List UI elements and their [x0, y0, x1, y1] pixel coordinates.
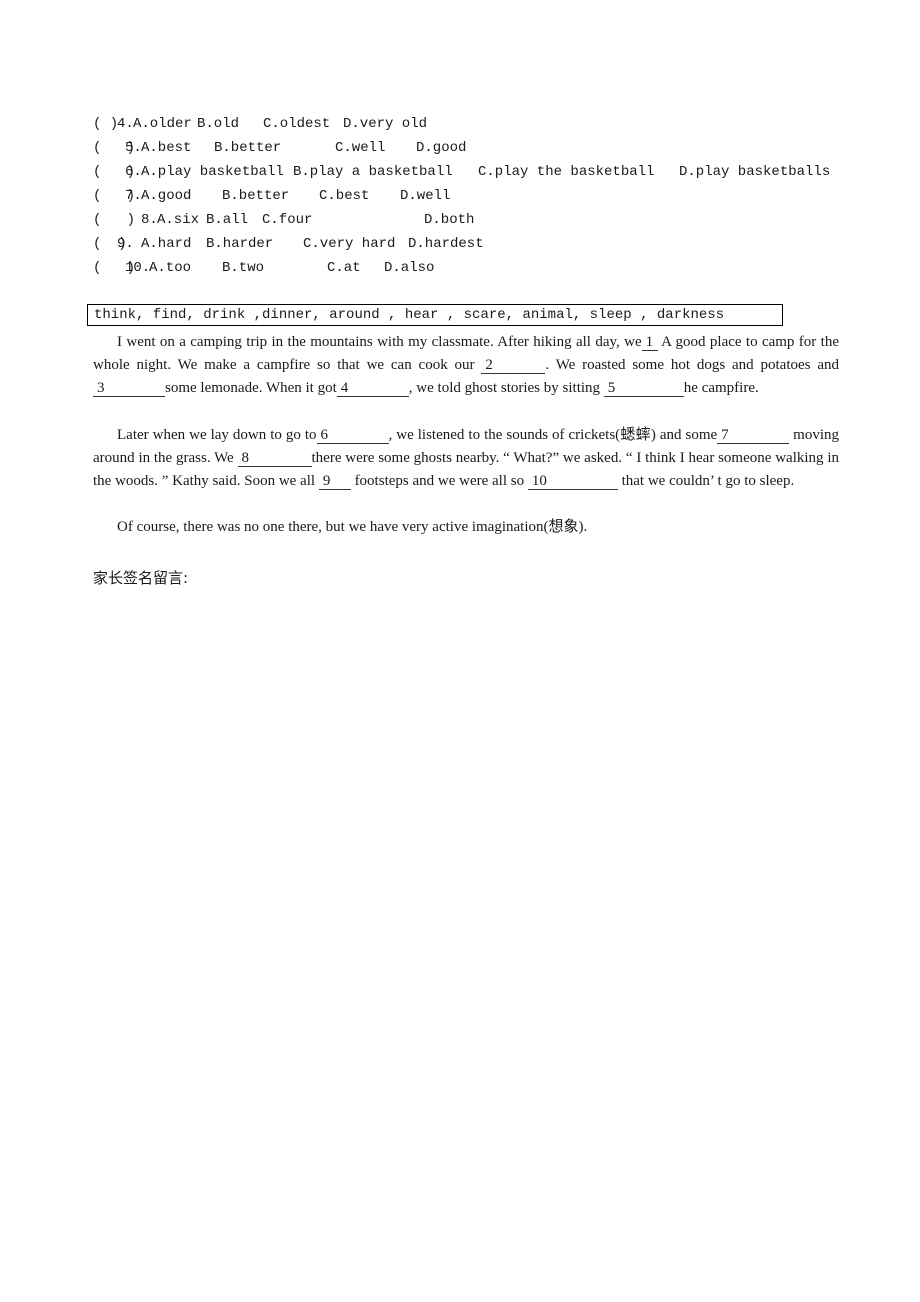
blank-2[interactable]: 2 — [481, 357, 546, 374]
option-d: D.play basketballs — [679, 164, 831, 180]
passage-text: I went on a camping trip in the mountain… — [117, 334, 642, 350]
word-bank-box: think, find, drink ,dinner, around , hea… — [87, 304, 783, 326]
passage-paragraph-2: Later when we lay down to go to 6, we lis… — [93, 424, 839, 493]
question-number: 5. — [125, 140, 142, 156]
blank-10[interactable]: 10 — [527, 473, 618, 490]
option-b: B.old — [197, 116, 240, 132]
passage-paragraph-1: I went on a camping trip in the mountain… — [93, 331, 839, 400]
option-a: A.six — [157, 212, 200, 228]
option-c: C.best — [319, 188, 370, 204]
option-a: A.too — [149, 260, 192, 276]
blank-6[interactable]: 6 — [316, 427, 389, 444]
option-a: A.hard — [141, 236, 192, 252]
option-a: A.best — [141, 140, 192, 156]
answer-paren[interactable]: ( ) — [93, 115, 118, 133]
passage-text: he campfire. — [683, 380, 759, 396]
blank-1[interactable]: 1 — [641, 334, 658, 351]
option-d: D.also — [384, 260, 435, 276]
blank-8[interactable]: 8 — [237, 450, 312, 467]
option-b: B.all — [206, 212, 249, 228]
option-b: B.play a basketball — [293, 164, 453, 180]
answer-paren[interactable]: ( ) — [93, 211, 135, 229]
option-b: B.two — [222, 260, 265, 276]
question-number: 10. — [125, 260, 151, 276]
parent-signature-label: 家长签名留言: — [93, 569, 189, 587]
option-d: D.good — [416, 140, 467, 156]
passage-text: , we told ghost stories by sitting — [408, 380, 604, 396]
blank-4[interactable]: 4 — [336, 380, 409, 397]
blank-7[interactable]: 7 — [717, 427, 790, 444]
passage-text: , we listened to the sounds of crickets(… — [388, 427, 718, 443]
option-a: A.older — [133, 116, 192, 132]
blank-9[interactable]: 9 — [318, 473, 351, 490]
question-number: 4. — [117, 116, 134, 132]
blank-5[interactable]: 5 — [603, 380, 684, 397]
passage-text: Of course, there was no one there, but w… — [117, 519, 588, 535]
option-c: C.very hard — [303, 236, 396, 252]
passage-text: that we couldn’ t go to sleep. — [617, 473, 795, 489]
passage-text: . We roasted some hot dogs and potatoes … — [545, 357, 839, 373]
question-number: 8. — [141, 212, 158, 228]
passage-paragraph-3: Of course, there was no one there, but w… — [93, 516, 839, 539]
option-a: A.play basketball — [141, 164, 284, 180]
option-a: A.good — [141, 188, 192, 204]
question-number: 9. — [117, 236, 134, 252]
passage-text: some lemonade. When it got — [165, 380, 337, 396]
option-c: C.play the basketball — [478, 164, 655, 180]
option-d: D.hardest — [408, 236, 484, 252]
option-d: D.very old — [343, 116, 428, 132]
passage-text: footsteps and we were all so — [350, 473, 528, 489]
option-b: B.harder — [206, 236, 274, 252]
question-number: 6. — [125, 164, 142, 180]
option-c: C.four — [262, 212, 313, 228]
option-c: C.oldest — [263, 116, 331, 132]
passage-text: Later when we lay down to go to — [117, 427, 317, 443]
question-number: 7. — [125, 188, 142, 204]
option-b: B.better — [222, 188, 290, 204]
option-b: B.better — [214, 140, 282, 156]
option-d: D.well — [400, 188, 451, 204]
blank-3[interactable]: 3 — [93, 380, 165, 397]
option-c: C.well — [335, 140, 386, 156]
option-d: D.both — [424, 212, 475, 228]
option-c: C.at — [327, 260, 361, 276]
